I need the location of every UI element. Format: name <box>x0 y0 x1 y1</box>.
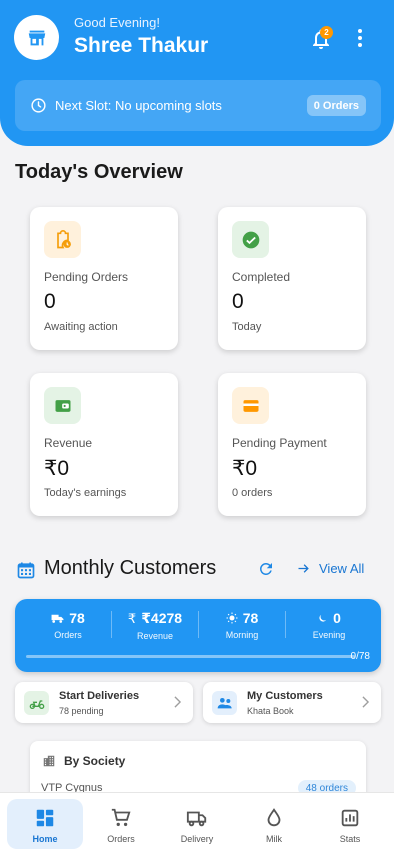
clipboard-clock-icon <box>56 229 71 248</box>
view-all-link[interactable]: View All <box>296 561 364 576</box>
app-header: Good Evening! Shree Thakur 2 Next Slot: … <box>0 0 394 146</box>
pending-payment-card[interactable]: Pending Payment ₹0 0 orders <box>218 373 366 516</box>
card-label: Revenue <box>44 436 93 450</box>
notification-badge: 2 <box>320 26 333 39</box>
nav-label: Milk <box>266 834 282 844</box>
wallet-icon <box>55 399 70 412</box>
revenue-icon-box <box>44 387 81 424</box>
stat-orders: 78 Orders <box>25 610 111 640</box>
card-value: 0 <box>44 290 56 313</box>
start-deliveries-button[interactable]: Start Deliveries 78 pending <box>15 682 193 723</box>
nav-label: Delivery <box>180 834 214 844</box>
card-label: Pending Orders <box>44 270 129 284</box>
scooter-icon-box <box>24 691 49 715</box>
credit-card-icon <box>243 399 258 412</box>
truck-icon <box>186 811 207 827</box>
card-value: 0 <box>232 290 244 313</box>
view-all-label: View All <box>319 561 365 576</box>
nav-orders[interactable]: Orders <box>83 799 159 849</box>
nav-delivery[interactable]: Delivery <box>159 799 235 849</box>
card-subtext: Awaiting action <box>44 321 118 333</box>
stat-morning: 78 Morning <box>199 610 285 640</box>
building-icon <box>43 755 55 767</box>
refresh-icon[interactable] <box>257 560 275 578</box>
stat-revenue: ₹ ₹4278 Revenue <box>112 610 198 641</box>
my-customers-button[interactable]: My Customers Khata Book <box>203 682 381 723</box>
completed-icon-box <box>232 221 269 258</box>
monthly-stats-card: 78 Orders ₹ ₹4278 Revenue 78 Morning 0 E… <box>15 599 381 672</box>
store-icon <box>28 30 45 45</box>
arrow-right-icon <box>298 564 309 573</box>
people-icon <box>217 698 232 709</box>
delivery-progress-text: 0/78 <box>350 651 370 662</box>
sun-icon <box>226 612 238 624</box>
stat-value: 0 <box>333 610 341 626</box>
nav-stats[interactable]: Stats <box>312 799 388 849</box>
quick-action-title: Start Deliveries <box>59 690 140 702</box>
more-menu-icon[interactable] <box>352 26 368 50</box>
card-value: ₹0 <box>44 457 70 480</box>
card-label: Completed <box>232 270 291 284</box>
pending-orders-icon-box <box>44 221 81 258</box>
stat-caption: Evening <box>312 630 346 640</box>
stat-caption: Orders <box>54 630 82 640</box>
card-value: ₹0 <box>232 457 258 480</box>
user-name: Shree Thakur <box>74 34 209 57</box>
completed-card[interactable]: Completed 0 Today <box>218 207 366 350</box>
chart-icon <box>341 809 359 827</box>
next-slot-text: Next Slot: No upcoming slots <box>55 98 222 113</box>
quick-action-title: My Customers <box>247 690 323 702</box>
drop-icon <box>267 808 281 827</box>
greeting-text: Good Evening! <box>74 15 161 30</box>
quick-action-subtitle: Khata Book <box>247 706 294 716</box>
nav-label: Stats <box>339 834 361 844</box>
bottom-navigation: Home Orders Delivery Milk Stats <box>0 792 394 856</box>
scooter-icon <box>29 700 44 709</box>
card-subtext: Today <box>232 321 262 333</box>
calendar-icon <box>17 562 35 579</box>
grid-icon <box>36 809 54 827</box>
truck-icon <box>51 614 64 623</box>
nav-label: Home <box>32 834 58 844</box>
stat-value: 78 <box>69 610 85 626</box>
delivery-progress-bar <box>26 655 355 658</box>
rupee-icon: ₹ <box>127 610 137 626</box>
stat-caption: Revenue <box>136 631 174 641</box>
slot-orders-badge: 0 Orders <box>306 95 366 116</box>
overview-title: Today's Overview <box>15 161 183 183</box>
check-circle-icon <box>242 231 259 248</box>
pending-orders-card[interactable]: Pending Orders 0 Awaiting action <box>30 207 178 350</box>
chevron-right-icon <box>174 696 182 708</box>
moon-icon <box>319 614 327 622</box>
card-subtext: Today's earnings <box>44 487 127 499</box>
stat-evening: 0 Evening <box>286 610 372 640</box>
next-slot-banner[interactable]: Next Slot: No upcoming slots 0 Orders <box>15 80 381 131</box>
nav-label: Orders <box>107 834 135 844</box>
pending-payment-icon-box <box>232 387 269 424</box>
nav-milk[interactable]: Milk <box>236 799 312 849</box>
stat-value: ₹4278 <box>141 610 183 626</box>
monthly-customers-title: Monthly Customers <box>44 557 217 579</box>
by-society-title: By Society <box>64 754 126 768</box>
stat-caption: Morning <box>225 630 259 640</box>
revenue-card[interactable]: Revenue ₹0 Today's earnings <box>30 373 178 516</box>
stat-value: 78 <box>242 610 259 626</box>
card-label: Pending Payment <box>232 436 327 450</box>
people-icon-box <box>212 691 237 715</box>
quick-action-subtitle: 78 pending <box>59 706 104 716</box>
nav-home[interactable]: Home <box>7 799 83 849</box>
cart-icon <box>111 808 131 827</box>
chevron-right-icon <box>362 696 370 708</box>
clock-icon <box>31 98 46 113</box>
avatar[interactable] <box>14 15 59 60</box>
card-subtext: 0 orders <box>232 487 273 499</box>
